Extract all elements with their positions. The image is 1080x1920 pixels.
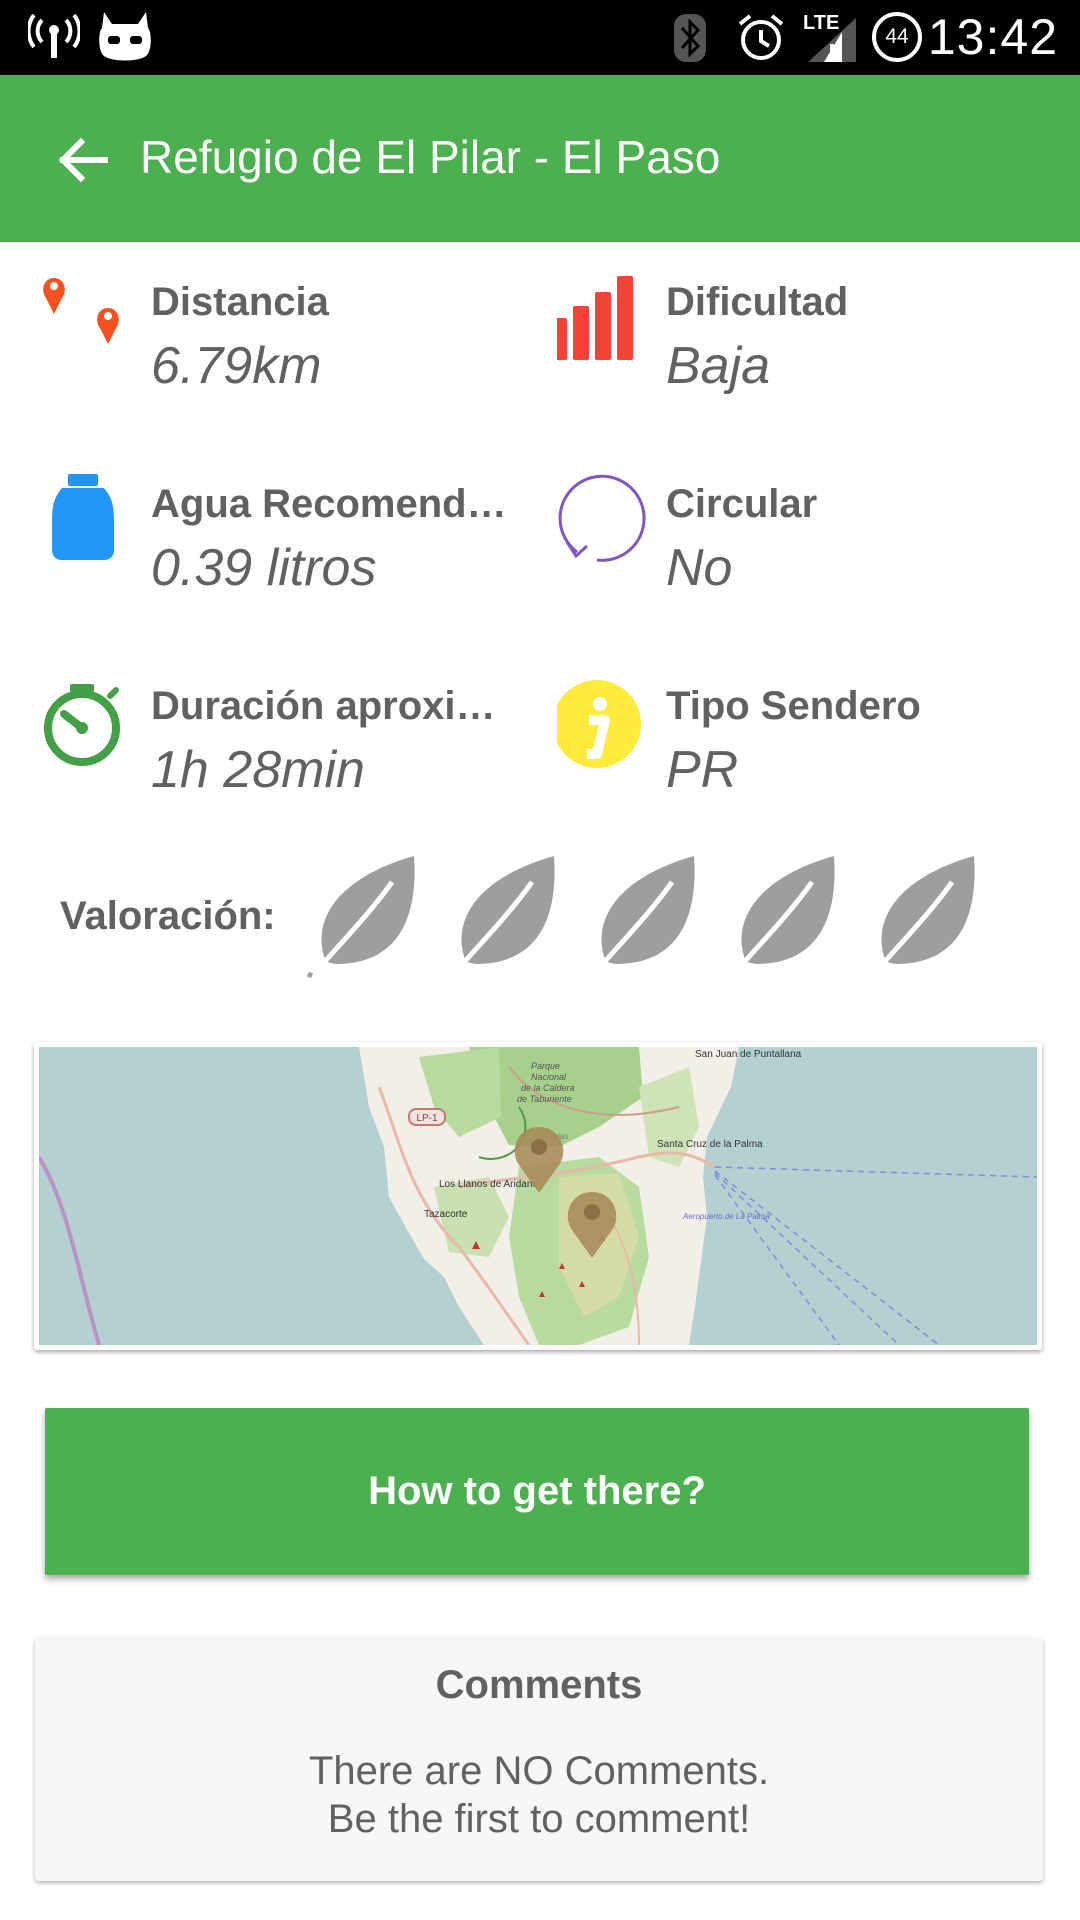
info-duration: Duración aproximada 1h 28min (42, 666, 522, 806)
water-jug-icon (52, 474, 114, 560)
rating-label: Valoración: (60, 894, 276, 938)
info-value: Baja (666, 337, 771, 395)
route-map[interactable]: LP-1 San Juan de Puntallana Parque Nacio… (34, 1042, 1042, 1350)
comments-title: Comments (435, 1663, 643, 1707)
bluetooth-icon (674, 14, 706, 62)
map-label-airport: Aeropuerto de La Palma (682, 1212, 770, 1221)
alarm-clock-icon (738, 14, 784, 60)
map-label-town: Los Llanos de Aridane (439, 1179, 538, 1190)
arrow-left-icon[interactable] (55, 132, 111, 188)
info-label: Agua Recomendada (151, 482, 516, 526)
road-label: LP-1 (416, 1113, 438, 1124)
cyanogenmod-mascot-icon (99, 12, 151, 61)
signal-icon (808, 18, 856, 62)
leaf-icon[interactable] (306, 852, 418, 978)
comments-empty-message: There are NO Comments. Be the first to c… (35, 1747, 1043, 1843)
comments-message-line: There are NO Comments. (308, 1749, 770, 1793)
stopwatch-icon (44, 684, 120, 766)
map-label-capital: Santa Cruz de la Palma (657, 1139, 763, 1150)
wireless-hotspot-icon (28, 14, 80, 58)
map-label-park: Nacional (531, 1072, 567, 1082)
leaf-icon[interactable] (586, 852, 698, 978)
info-label: Duración aproximada (151, 684, 516, 728)
info-difficulty: Dificultad Baja (557, 262, 1037, 402)
info-icon (557, 680, 641, 768)
battery-icon: 44 (872, 12, 922, 62)
signal-bars-icon (557, 276, 633, 360)
battery-level: 44 (885, 25, 909, 48)
info-value: No (666, 539, 733, 597)
comments-card: Comments There are NO Comments. Be the f… (35, 1637, 1043, 1881)
info-value: 0.39 litros (151, 539, 377, 597)
comments-message-line: Be the first to comment! (327, 1797, 751, 1841)
info-trail-type: Tipo Sendero PR (557, 666, 1037, 806)
map-label-park: Parque (531, 1061, 560, 1071)
circular-arrow-icon (558, 474, 646, 562)
info-label: Tipo Sendero (666, 684, 921, 728)
map-label-north: San Juan de Puntallana (695, 1049, 802, 1060)
info-distance: Distancia 6.79km (42, 262, 522, 402)
status-bar: LTE 44 13:42 (0, 0, 1080, 75)
info-value: PR (666, 741, 739, 799)
leaf-icon[interactable] (726, 852, 838, 978)
map-label-park: de Taburiente (517, 1094, 572, 1104)
info-value: 6.79km (151, 337, 322, 395)
leaf-icon[interactable] (446, 852, 558, 978)
map-label-town: Tazacorte (424, 1209, 468, 1220)
info-label: Circular (666, 482, 818, 526)
map-label-park: de la Caldera (521, 1083, 575, 1093)
info-value: 1h 28min (151, 741, 365, 799)
how-to-get-there-button[interactable]: How to get there? (45, 1408, 1029, 1575)
leaf-icon[interactable] (866, 852, 978, 978)
app-bar: Refugio de El Pilar - El Paso (0, 75, 1080, 242)
page-title: Refugio de El Pilar - El Paso (140, 131, 721, 183)
map-markers-icon (43, 278, 119, 344)
map-view[interactable]: LP-1 San Juan de Puntallana Parque Nacio… (39, 1047, 1037, 1345)
info-water: Agua Recomendada 0.39 litros (42, 464, 522, 604)
info-circular: Circular No (557, 464, 1037, 604)
clock: 13:42 (927, 9, 1058, 65)
info-label: Distancia (151, 280, 329, 324)
info-label: Dificultad (666, 280, 849, 324)
